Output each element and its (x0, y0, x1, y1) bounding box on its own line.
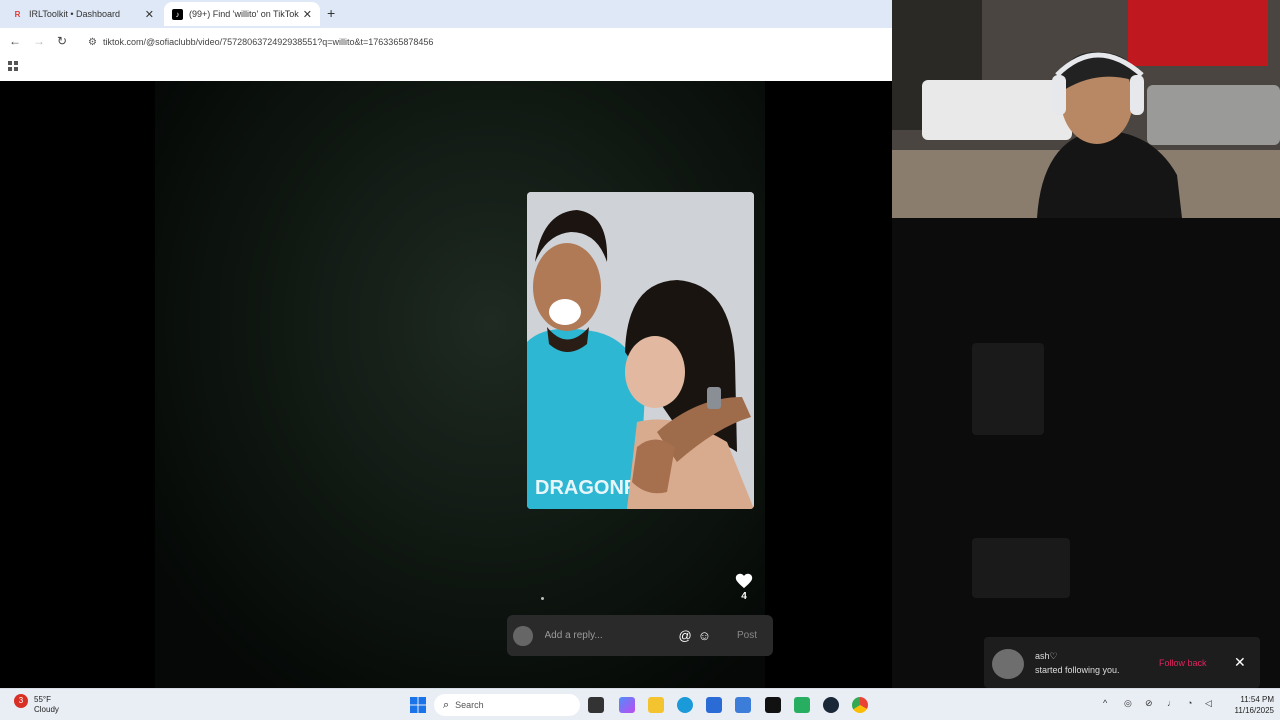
tab-title: (99+) Find 'willito' on TikTok | Ti (189, 9, 299, 19)
emoji-icon[interactable]: ☺ (698, 628, 711, 643)
forward-icon[interactable]: → (33, 34, 45, 48)
like-count: 4 (741, 591, 747, 602)
browser-window: R IRLToolkit • Dashboard ✕ ♪ (99+) Find … (0, 0, 892, 81)
follow-back-button[interactable]: Follow back (1159, 658, 1207, 668)
reply-bar: @ ☺ Post (507, 615, 773, 656)
mention-icon[interactable]: @ (679, 628, 692, 643)
chevron-up-icon[interactable]: ^ (1103, 698, 1107, 708)
taskbar-search[interactable]: ⌕ Search (434, 694, 580, 716)
network-icon[interactable]: ◎ (1124, 698, 1132, 709)
volume-icon[interactable]: ◁ (1205, 698, 1212, 709)
system-clock[interactable]: 11:54 PM 11/16/2025 (1224, 694, 1274, 716)
temperature: 55°F (34, 695, 51, 704)
reload-icon[interactable]: ↻ (57, 34, 67, 48)
thumbnail-placeholder (972, 343, 1044, 435)
store-icon[interactable] (706, 697, 722, 713)
new-tab-button[interactable]: + (327, 5, 335, 21)
chrome-icon[interactable] (852, 697, 868, 713)
notification-username: ash♡ (1035, 651, 1058, 661)
tab-strip: R IRLToolkit • Dashboard ✕ ♪ (99+) Find … (0, 0, 892, 28)
webcam-overlay (892, 0, 1280, 218)
apps-grid-icon[interactable] (8, 61, 18, 71)
clock-date: 11/16/2025 (1234, 706, 1274, 715)
progress-dot (541, 597, 544, 600)
irltoolkit-icon: R (14, 9, 21, 19)
avatar[interactable] (992, 649, 1024, 679)
dimmed-sidebar (892, 218, 1280, 688)
photo-image: DRAGONFLY (527, 192, 754, 509)
like-heart-icon[interactable] (734, 571, 754, 589)
weather-widget[interactable]: 3 55°F Cloudy (14, 694, 74, 718)
close-notification-icon[interactable]: ✕ (1234, 654, 1246, 671)
steam-icon[interactable] (823, 697, 839, 713)
file-explorer-icon[interactable] (648, 697, 664, 713)
search-label: Search (455, 700, 484, 710)
bookmarks-bar (0, 56, 892, 81)
tab-irltoolkit[interactable]: R IRLToolkit • Dashboard ✕ (4, 2, 162, 26)
task-view-icon[interactable] (588, 697, 604, 713)
avatar (513, 625, 533, 646)
copilot-icon[interactable] (619, 697, 635, 713)
weather-condition: Cloudy (34, 705, 59, 714)
tiktok-icon: ♪ (172, 8, 183, 20)
edge-browser-icon[interactable] (677, 697, 693, 713)
url-text: tiktok.com/@sofiaclubb/video/75728063724… (102, 37, 434, 47)
reply-input[interactable] (542, 629, 679, 642)
close-tab-icon[interactable]: ✕ (145, 8, 154, 21)
close-tab-icon[interactable]: ✕ (303, 8, 312, 21)
site-info-icon[interactable]: ⚙ (88, 37, 97, 48)
tab-title: IRLToolkit • Dashboard (29, 9, 121, 19)
tab-tiktok[interactable]: ♪ (99+) Find 'willito' on TikTok | Ti ✕ (164, 2, 320, 26)
post-button[interactable]: Post (737, 630, 757, 641)
browser-toolbar: ← → ↻ ⚙ tiktok.com/@sofiaclubb/video/757… (0, 28, 892, 56)
thumbnail-placeholder (972, 538, 1070, 598)
app-icon[interactable] (794, 697, 810, 713)
tiktok-app-icon[interactable] (765, 697, 781, 713)
clock-time: 11:54 PM (1240, 695, 1274, 704)
microphone-icon[interactable]: ♩ (1167, 698, 1176, 708)
tray-app-icon[interactable]: ⊘ (1145, 698, 1153, 709)
windows-start-icon[interactable] (410, 697, 426, 713)
weather-badge: 3 (14, 694, 28, 708)
outlook-icon[interactable] (735, 697, 751, 713)
back-icon[interactable]: ← (9, 34, 21, 48)
windows-taskbar: 3 55°F Cloudy ⌕ Search ^ ◎ ⊘ ♩ ◔ ◁ 11:54… (0, 688, 1280, 720)
wifi-icon[interactable]: ◔ (1187, 698, 1192, 708)
notification-message: started following you. (1035, 665, 1120, 675)
follow-notification: ash♡ started following you. Follow back … (984, 637, 1260, 688)
address-bar[interactable]: ⚙ tiktok.com/@sofiaclubb/video/757280637… (82, 31, 882, 53)
search-icon: ⌕ (443, 698, 450, 711)
webcam-image (892, 0, 1280, 218)
post-photo[interactable]: DRAGONFLY (527, 192, 754, 509)
